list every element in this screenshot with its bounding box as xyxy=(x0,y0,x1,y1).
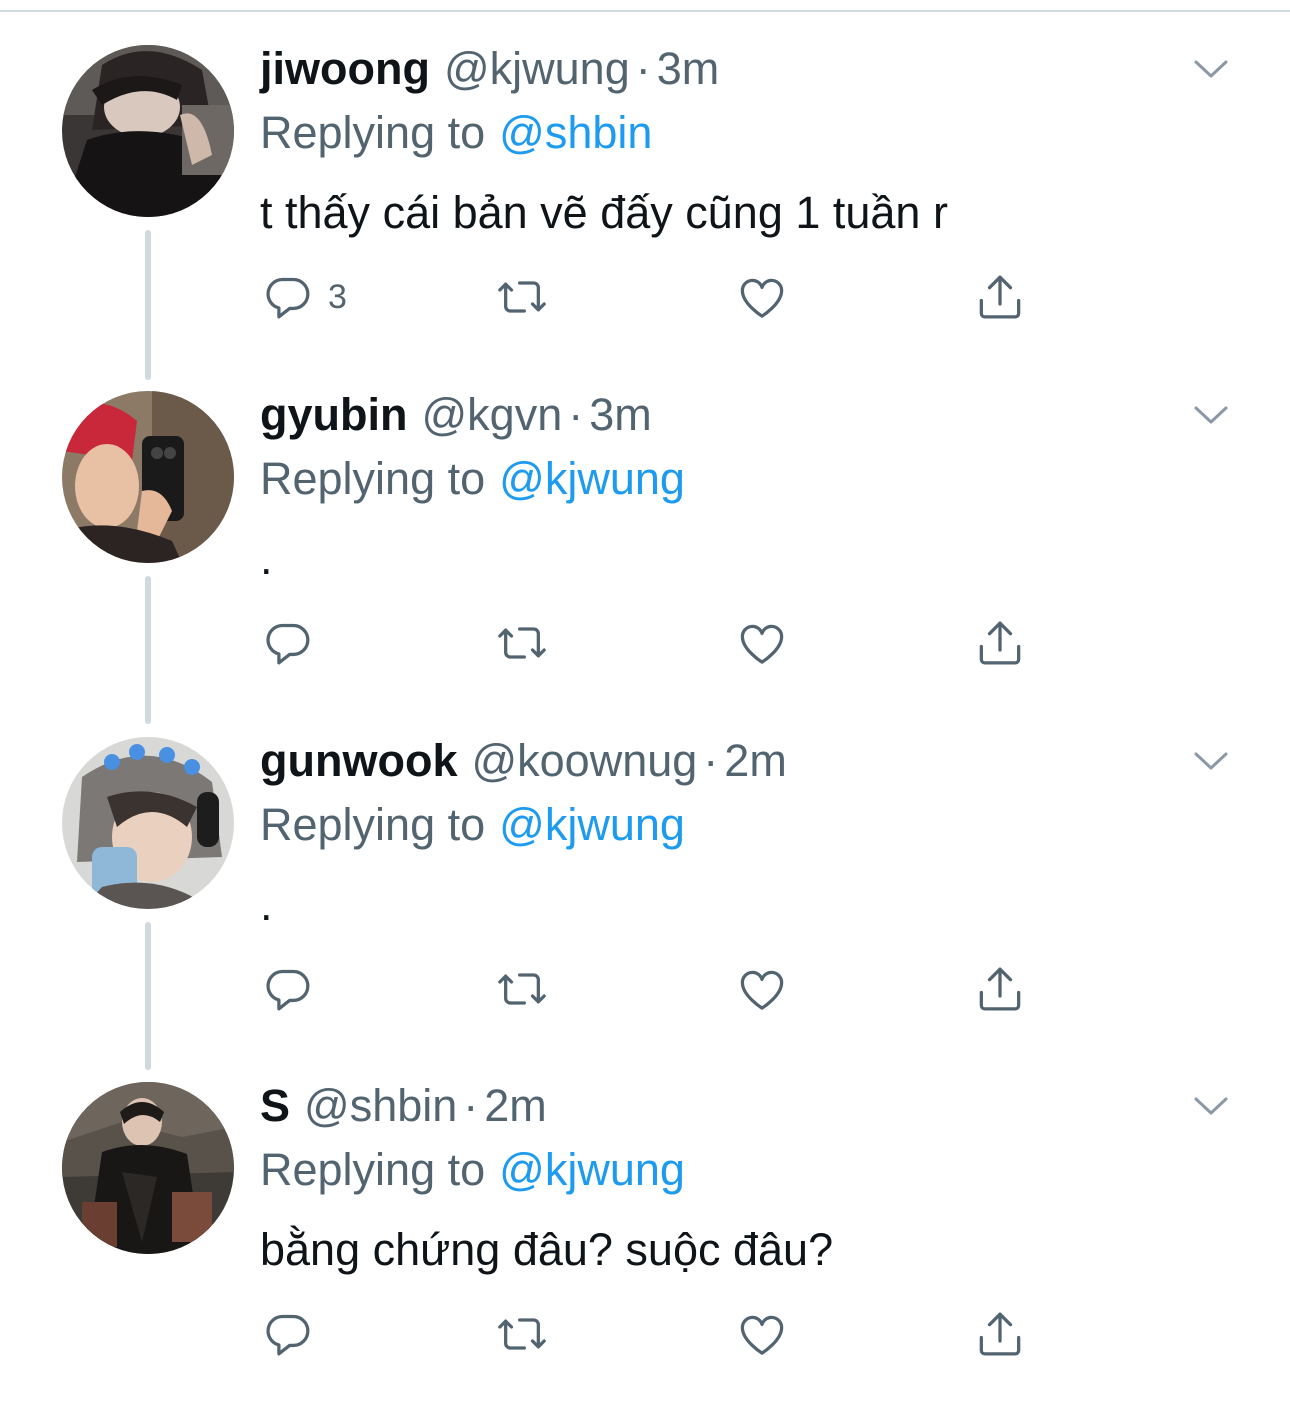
replying-to-label: Replying to xyxy=(260,1144,486,1195)
user-handle[interactable]: @shbin xyxy=(304,1080,457,1131)
reply-count: 3 xyxy=(328,277,347,316)
retweet-icon xyxy=(498,281,546,313)
heart-icon xyxy=(740,624,784,664)
retweet-icon xyxy=(498,1318,546,1350)
more-options-button[interactable] xyxy=(1184,45,1238,93)
tweet-text: t thấy cái bản vẽ đấy cũng 1 tuần r xyxy=(260,187,948,238)
separator-dot: · xyxy=(568,389,584,440)
tweet[interactable]: gunwook @koownug · 2m Replying to @kjwung . xyxy=(0,737,1290,1082)
like-button[interactable] xyxy=(734,1304,790,1364)
tweet-text: bằng chứng đâu? suộc đâu? xyxy=(260,1224,834,1275)
heart-icon xyxy=(740,1315,784,1355)
separator-dot: · xyxy=(463,1080,479,1131)
reply-button[interactable] xyxy=(260,959,328,1019)
chevron-down-icon xyxy=(1194,406,1228,424)
reply-button[interactable] xyxy=(260,613,328,673)
more-options-button[interactable] xyxy=(1184,1082,1238,1130)
mention-link[interactable]: @kjwung xyxy=(499,799,685,850)
chevron-down-icon xyxy=(1194,60,1228,78)
timestamp[interactable]: 2m xyxy=(724,735,787,786)
replying-to-label: Replying to xyxy=(260,453,486,504)
separator-dot: · xyxy=(703,735,719,786)
share-button[interactable] xyxy=(972,959,1028,1019)
reply-button[interactable]: 3 xyxy=(260,267,347,327)
avatar[interactable] xyxy=(62,45,234,217)
like-button[interactable] xyxy=(734,959,790,1019)
reply-icon xyxy=(266,623,310,665)
action-bar: 3 xyxy=(260,267,1050,327)
more-options-button[interactable] xyxy=(1184,391,1238,439)
tweet[interactable]: jiwoong @kjwung · 3m Replying to @shbin t th… xyxy=(0,45,1290,390)
tweet-header: jiwoong @kjwung · 3m xyxy=(260,45,719,93)
chevron-down-icon xyxy=(1194,1097,1228,1115)
heart-icon xyxy=(740,970,784,1010)
timestamp[interactable]: 3m xyxy=(657,43,720,94)
retweet-icon xyxy=(498,973,546,1005)
reply-icon xyxy=(266,277,310,319)
reply-icon xyxy=(266,1314,310,1356)
replying-to-label: Replying to xyxy=(260,799,486,850)
tweet[interactable]: gyubin @kgvn · 3m Replying to @kjwung . xyxy=(0,391,1290,736)
share-icon xyxy=(979,275,1021,319)
share-button[interactable] xyxy=(972,267,1028,327)
replying-to: Replying to @kjwung xyxy=(260,799,685,851)
retweet-button[interactable] xyxy=(494,1304,550,1364)
tweet-header: S @shbin · 2m xyxy=(260,1082,547,1130)
timestamp[interactable]: 2m xyxy=(484,1080,547,1131)
tweet-text: . xyxy=(260,879,273,930)
share-button[interactable] xyxy=(972,1304,1028,1364)
tweet-header: gunwook @koownug · 2m xyxy=(260,737,787,785)
replying-to: Replying to @kjwung xyxy=(260,453,685,505)
avatar[interactable] xyxy=(62,737,234,909)
tweet-header: gyubin @kgvn · 3m xyxy=(260,391,652,439)
heart-icon xyxy=(740,278,784,318)
user-handle[interactable]: @koownug xyxy=(471,735,697,786)
user-handle[interactable]: @kgvn xyxy=(421,389,562,440)
action-bar xyxy=(260,959,1050,1019)
replying-to-label: Replying to xyxy=(260,107,486,158)
mention-link[interactable]: @kjwung xyxy=(499,453,685,504)
retweet-button[interactable] xyxy=(494,613,550,673)
timestamp[interactable]: 3m xyxy=(589,389,652,440)
reply-icon xyxy=(266,969,310,1011)
retweet-button[interactable] xyxy=(494,267,550,327)
separator-dot: · xyxy=(635,43,651,94)
replying-to: Replying to @shbin xyxy=(260,107,652,159)
share-button[interactable] xyxy=(972,613,1028,673)
display-name[interactable]: jiwoong xyxy=(260,43,430,94)
mention-link[interactable]: @kjwung xyxy=(499,1144,685,1195)
reply-button[interactable] xyxy=(260,1304,328,1364)
replying-to: Replying to @kjwung xyxy=(260,1144,685,1196)
retweet-icon xyxy=(498,627,546,659)
share-icon xyxy=(979,621,1021,665)
tweet[interactable]: S @shbin · 2m Replying to @kjwung bằng chứng… xyxy=(0,1082,1290,1427)
avatar[interactable] xyxy=(62,1082,234,1254)
more-options-button[interactable] xyxy=(1184,737,1238,785)
mention-link[interactable]: @shbin xyxy=(499,107,652,158)
display-name[interactable]: S xyxy=(260,1080,290,1131)
chevron-down-icon xyxy=(1194,752,1228,770)
share-icon xyxy=(979,967,1021,1011)
user-handle[interactable]: @kjwung xyxy=(444,43,630,94)
share-icon xyxy=(979,1312,1021,1356)
action-bar xyxy=(260,613,1050,673)
retweet-button[interactable] xyxy=(494,959,550,1019)
like-button[interactable] xyxy=(734,613,790,673)
avatar[interactable] xyxy=(62,391,234,563)
action-bar xyxy=(260,1304,1050,1364)
display-name[interactable]: gyubin xyxy=(260,389,407,440)
like-button[interactable] xyxy=(734,267,790,327)
display-name[interactable]: gunwook xyxy=(260,735,457,786)
top-divider xyxy=(0,10,1290,12)
tweet-text: . xyxy=(260,533,273,584)
